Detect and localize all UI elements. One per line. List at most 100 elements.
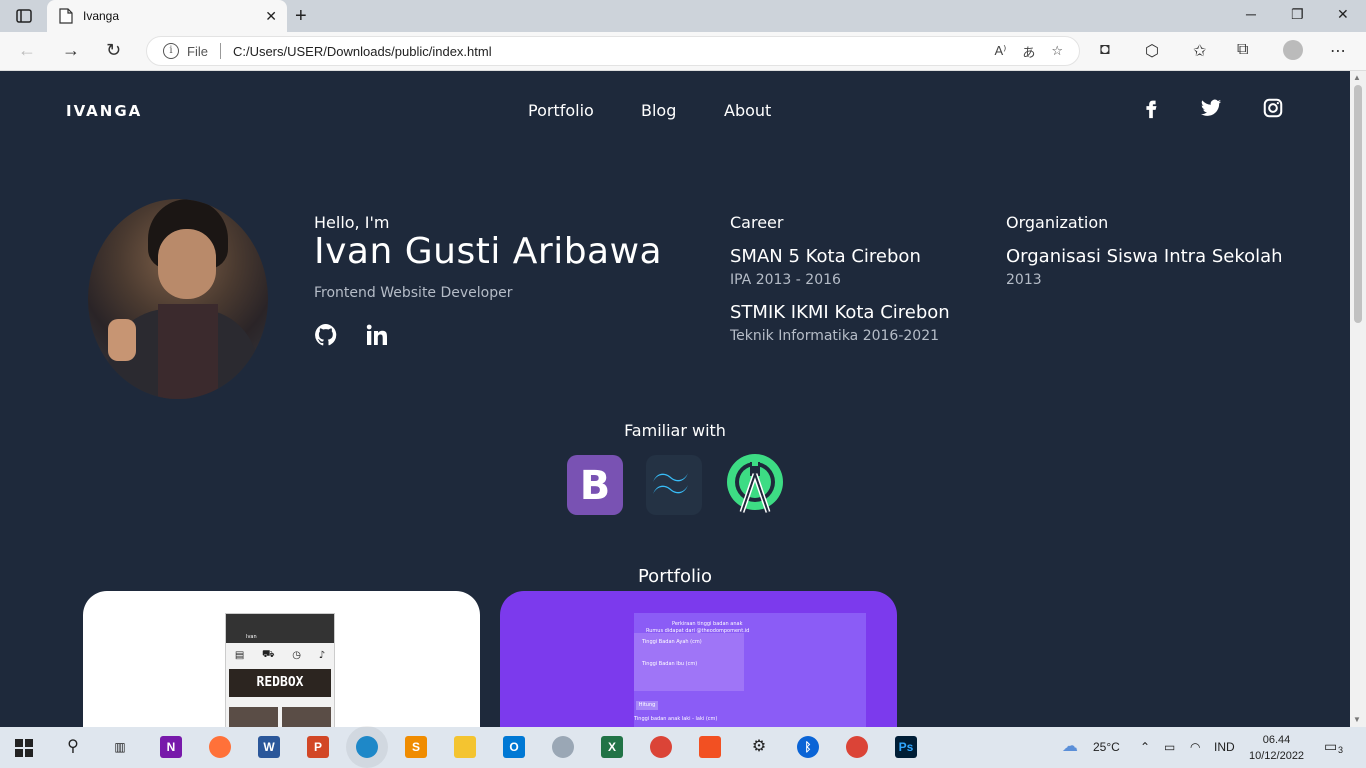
info-icon[interactable]: i [163,43,179,59]
project-screenshot: Perkiraan tinggi badan anak Rumus didapa… [634,613,866,727]
app-banner: REDBOX [229,669,331,697]
translate-icon[interactable]: あ [1022,42,1035,61]
task-view-icon[interactable]: ▥ [109,736,131,758]
photoshop-icon[interactable]: Ps [895,736,917,758]
facebook-icon[interactable] [1140,97,1162,119]
tab-actions-icon[interactable] [16,8,32,24]
chevron-up-icon[interactable]: ⌃ [1140,740,1150,754]
address-bar[interactable]: i File C:/Users/USER/Downloads/public/in… [146,36,1080,66]
career-heading: Career [730,213,784,232]
portfolio-card[interactable]: Ivan ▤ ⛟ ◷ ♪ REDBOX [83,591,480,727]
collections-icon[interactable]: ⧉ [1237,41,1248,59]
nav-blog[interactable]: Blog [641,101,676,120]
calc-field-label: Tinggi Badan Ayah (cm) [642,639,702,645]
nav-portfolio[interactable]: Portfolio [528,101,594,120]
wifi-icon[interactable]: ◠ [1190,740,1200,754]
firefox-icon[interactable] [209,736,231,758]
battery-icon[interactable]: ▭ [1164,740,1175,754]
scroll-down-icon[interactable]: ▼ [1353,715,1361,724]
minimize-icon[interactable]: ─ [1246,6,1256,22]
twitter-icon[interactable] [1200,97,1222,119]
nav-about[interactable]: About [724,101,771,120]
powerpoint-icon[interactable]: P [307,736,329,758]
profile-name: Ivan Gusti Aribawa [314,231,663,272]
language-indicator[interactable]: IND [1214,740,1235,754]
bluetooth-icon[interactable]: ᛒ [797,736,819,758]
sublime-text-icon[interactable]: S [405,736,427,758]
close-window-icon[interactable]: ✕ [1337,6,1349,23]
app-cart-icon: ⛟ [262,648,275,660]
settings-gear-icon[interactable]: ⚙ [748,736,770,758]
chrome-icon[interactable] [650,736,672,758]
scrollbar-thumb[interactable] [1354,85,1362,323]
profile-avatar-icon[interactable] [1283,40,1303,60]
url-text[interactable]: C:/Users/USER/Downloads/public/index.htm… [233,44,995,59]
favorites-icon[interactable]: ✩ [1193,41,1206,61]
windows-start-icon[interactable] [15,739,33,757]
profile-role: Frontend Website Developer [314,285,513,301]
app-booking-icon: ▤ [234,649,245,661]
calc-title: Perkiraan tinggi badan anak [672,621,743,627]
search-icon[interactable]: ⚲ [62,736,84,758]
system-clock[interactable]: 06.44 10/12/2022 [1249,732,1304,764]
app-bell-icon: ♪ [318,649,326,661]
browser-tab[interactable]: Ivanga ✕ [47,0,287,32]
organization-item-title: Organisasi Siswa Intra Sekolah [1006,246,1283,267]
file-label: File [187,43,208,59]
edge-icon[interactable] [356,736,378,758]
onenote-icon[interactable]: N [160,736,182,758]
scroll-up-icon[interactable]: ▲ [1353,73,1361,82]
clock-date: 10/12/2022 [1249,750,1305,762]
read-aloud-icon[interactable]: A⁾ [994,43,1006,59]
portfolio-heading: Portfolio [637,566,713,587]
clock-time: 06.44 [1262,734,1291,746]
chrome-profile-icon[interactable] [846,736,868,758]
file-explorer-icon[interactable] [454,736,476,758]
browser-toolbar: ← → ↻ i File C:/Users/USER/Downloads/pub… [0,32,1366,71]
career-item-title: SMAN 5 Kota Cirebon [730,246,921,267]
career-item-sub: IPA 2013 - 2016 [730,272,841,288]
new-tab-button[interactable]: + [295,5,307,28]
weather-temp[interactable]: 25°C [1093,740,1120,754]
app-history-icon: ◷ [292,649,302,661]
portfolio-card[interactable]: Perkiraan tinggi badan anak Rumus didapa… [500,591,897,727]
profile-photo [88,199,268,399]
weather-cloud-icon[interactable]: ☁ [1062,736,1078,756]
calc-result: Tinggi badan anak laki - laki (cm) [634,716,718,722]
word-icon[interactable]: W [258,736,280,758]
greeting: Hello, I'm [314,213,390,232]
favorite-star-icon[interactable]: ☆ [1051,43,1063,59]
familiar-heading: Familiar with [624,421,726,440]
tailwind-icon [646,455,702,515]
site-brand[interactable]: IVANGA [66,102,142,120]
android-studio-icon [727,454,783,513]
outlook-icon[interactable]: O [503,736,525,758]
career-item-title: STMIK IKMI Kota Cirebon [730,302,950,323]
page-scrollbar[interactable]: ▲ ▼ [1350,71,1366,727]
store-icon[interactable] [699,736,721,758]
windows-taskbar: ⚲ ▥ N W P S O X ⚙ ᛒ Ps ☁ 25°C ⌃ ▭ ◠ IND … [0,727,1366,768]
excel-icon[interactable]: X [601,736,623,758]
forward-icon[interactable]: → [62,40,80,61]
extensions-puzzle-icon[interactable]: ⬡ [1145,41,1159,61]
browser-tab-bar: Ivanga ✕ + ─ ❐ ✕ [0,0,1366,32]
back-icon[interactable]: ← [18,40,36,61]
notification-icon[interactable]: ▭ [1324,738,1337,755]
calc-field-label: Tinggi Badan Ibu (cm) [642,661,698,667]
svg-text:B: B [580,463,611,509]
instagram-icon[interactable] [1262,97,1284,119]
close-tab-icon[interactable]: ✕ [265,8,277,25]
extension-icon[interactable]: ◘ [1100,41,1110,59]
project-screenshot: Ivan ▤ ⛟ ◷ ♪ REDBOX [225,613,335,727]
linkedin-icon[interactable] [365,323,389,347]
more-menu-icon[interactable]: ⋯ [1330,41,1346,61]
github-icon[interactable] [314,323,338,347]
career-item-sub: Teknik Informatika 2016-2021 [730,328,940,344]
paint-icon[interactable] [552,736,574,758]
tab-title: Ivanga [83,9,120,23]
page-icon [59,8,73,24]
organization-heading: Organization [1006,213,1109,232]
restore-icon[interactable]: ❐ [1291,6,1304,23]
refresh-icon[interactable]: ↻ [106,40,121,61]
page-content: IVANGA Portfolio Blog About Hello, I'm I… [0,71,1350,727]
